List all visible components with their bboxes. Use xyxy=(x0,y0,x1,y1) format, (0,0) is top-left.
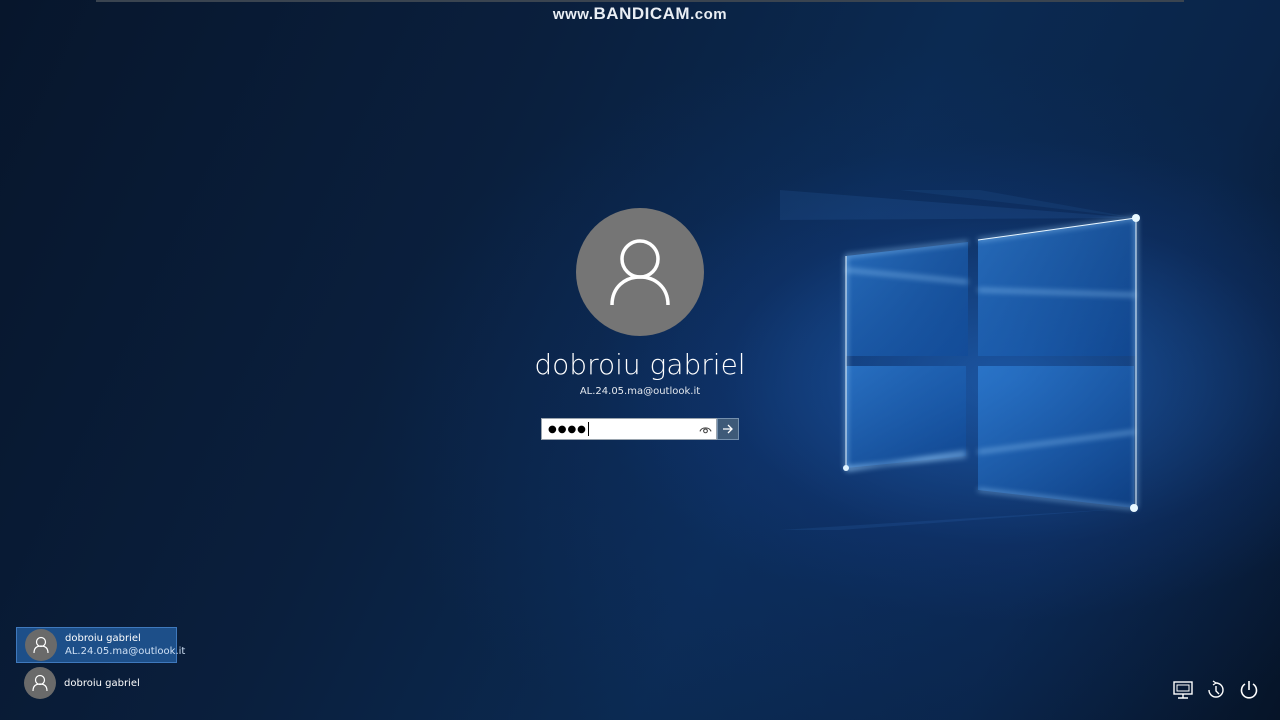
submit-button[interactable] xyxy=(717,418,739,440)
user-list-name: dobroiu gabriel xyxy=(65,633,141,644)
ease-of-access-icon[interactable] xyxy=(1205,680,1227,700)
user-icon xyxy=(33,636,49,654)
eye-icon[interactable] xyxy=(699,423,712,436)
network-icon[interactable] xyxy=(1172,680,1194,700)
avatar xyxy=(24,667,56,699)
text-caret xyxy=(587,422,589,436)
user-icon xyxy=(32,674,48,692)
user-email: AL.24.05.ma@outlook.it xyxy=(579,386,701,397)
user-list-item-selected[interactable]: dobroiu gabriel AL.24.05.ma@outlook.it xyxy=(16,627,185,663)
power-icon[interactable] xyxy=(1238,680,1260,700)
user-list-name: dobroiu gabriel xyxy=(64,677,140,689)
user-avatar xyxy=(576,208,704,336)
user-icon xyxy=(610,239,670,306)
password-masked-value: ●●●● xyxy=(548,423,587,435)
user-display-name: dobroiu gabriel xyxy=(534,348,746,381)
password-row: ●●●● xyxy=(541,418,739,440)
user-list-email: AL.24.05.ma@outlook.it xyxy=(65,646,186,657)
arrow-right-icon xyxy=(723,424,733,434)
bandicam-watermark: www.BANDICAM.com xyxy=(552,4,728,23)
recorder-top-bar xyxy=(96,0,1184,2)
password-input[interactable]: ●●●● xyxy=(541,418,717,440)
user-list-item[interactable]: dobroiu gabriel xyxy=(16,665,177,701)
avatar xyxy=(25,629,57,661)
